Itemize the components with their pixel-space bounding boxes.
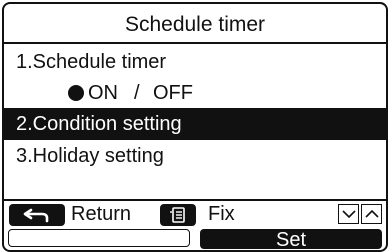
menu-item-label: 3.Holiday setting — [16, 145, 164, 167]
menu-item-label: 2.Condition setting — [16, 113, 182, 135]
title-divider — [4, 42, 386, 44]
selected-dot-icon — [68, 85, 84, 101]
chevron-up-icon — [364, 209, 379, 218]
menu-list-icon — [170, 207, 185, 223]
fix-label: Fix — [208, 203, 235, 225]
toggle-separator: / — [134, 82, 140, 104]
down-button[interactable] — [338, 204, 359, 224]
timer-screen: Schedule timer 1.Schedule timer ON / OFF… — [2, 2, 388, 252]
set-button[interactable]: Set — [200, 229, 382, 250]
schedule-timer-toggle[interactable]: ON / OFF — [4, 78, 386, 108]
return-arrow-icon — [23, 208, 49, 223]
left-softkey[interactable] — [8, 229, 190, 247]
menu-item-schedule-timer[interactable]: 1.Schedule timer — [4, 46, 386, 78]
footer-divider — [4, 199, 386, 201]
menu-item-condition-setting[interactable]: 2.Condition setting — [4, 108, 386, 140]
up-button[interactable] — [361, 204, 382, 224]
return-button[interactable] — [9, 204, 65, 226]
return-label: Return — [71, 203, 132, 225]
on-option[interactable]: ON — [88, 78, 118, 108]
off-option[interactable]: OFF — [153, 78, 193, 108]
navigation-arrows — [338, 204, 384, 224]
menu-item-holiday-setting[interactable]: 3.Holiday setting — [4, 140, 386, 172]
chevron-down-icon — [341, 210, 356, 219]
screen-title: Schedule timer — [124, 13, 266, 36]
menu-item-label: 1.Schedule timer — [16, 51, 167, 73]
fix-button[interactable] — [160, 204, 196, 226]
